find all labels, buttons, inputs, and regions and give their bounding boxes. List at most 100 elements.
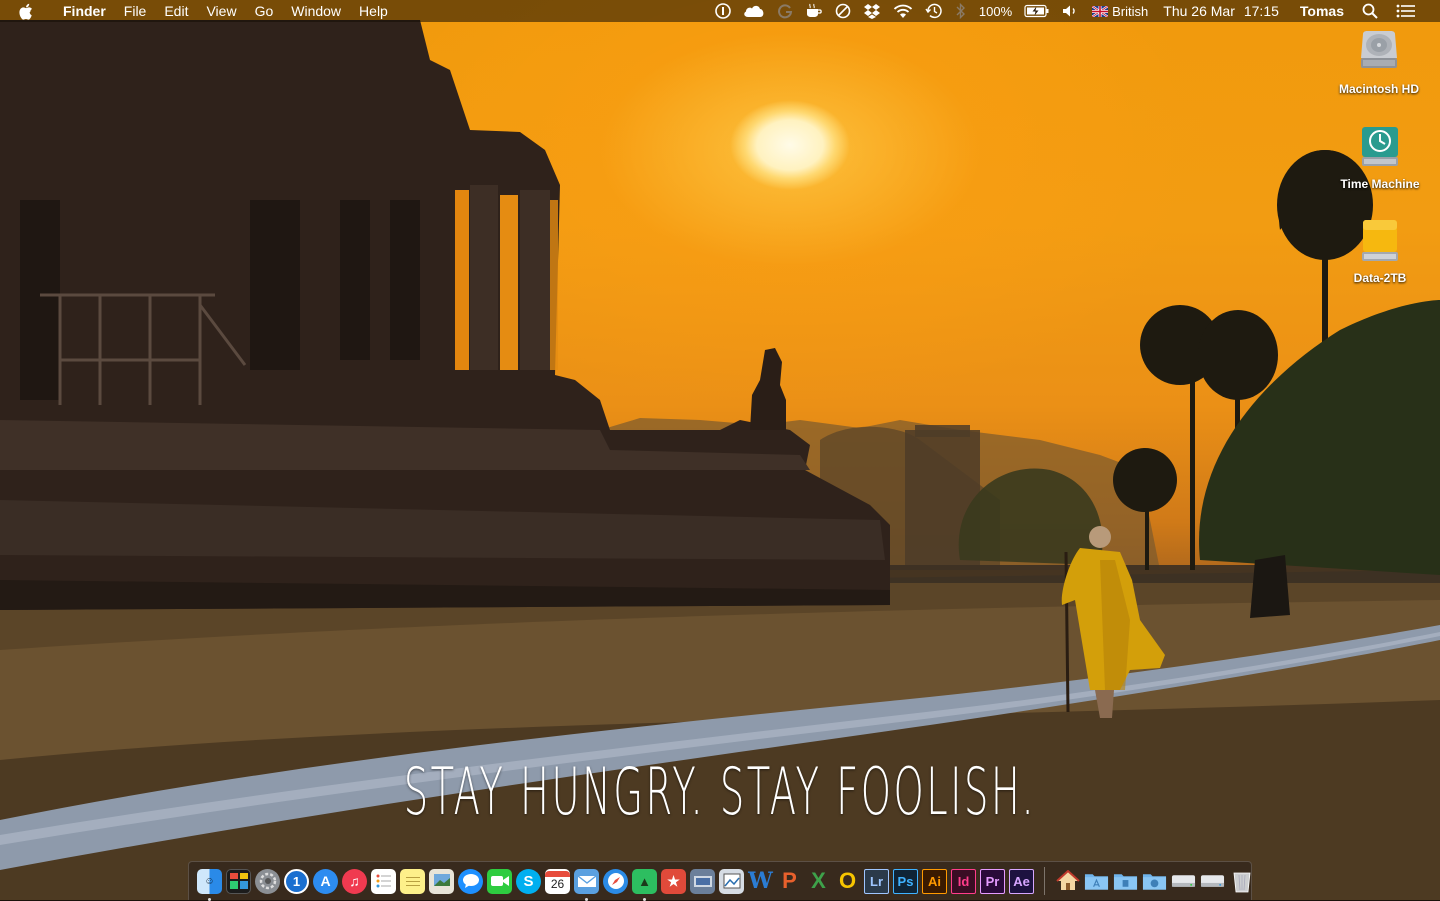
- calendar-day: 26: [550, 877, 565, 891]
- desktop-icon-time-machine[interactable]: Time Machine: [1330, 123, 1430, 191]
- dock-app-word[interactable]: W: [748, 868, 773, 894]
- menu-app-name[interactable]: Finder: [54, 0, 115, 22]
- dock-app-photoshop[interactable]: Ps: [893, 868, 918, 894]
- menubar-date[interactable]: Thu 26 Mar: [1154, 3, 1244, 19]
- grammarly-status-icon[interactable]: [771, 0, 799, 22]
- dock-app-lightroom[interactable]: Lr: [864, 868, 889, 894]
- desktop-wallpaper: STAY HUNGRY. STAY FOOLISH.: [0, 0, 1440, 900]
- cloud-status-icon[interactable]: [737, 0, 771, 22]
- dock-app-powerpoint[interactable]: P: [777, 868, 802, 894]
- wifi-icon[interactable]: [887, 0, 919, 22]
- desktop-icon-label: Macintosh HD: [1338, 82, 1419, 96]
- photoshop-icon: Ps: [897, 873, 914, 889]
- dock-app-mail[interactable]: [574, 868, 599, 901]
- dock-app-excel[interactable]: X: [806, 868, 831, 894]
- desktop-icon-data-2tb[interactable]: Data-2TB: [1330, 217, 1430, 285]
- documents-folder-icon: [1113, 874, 1138, 890]
- system-preferences-icon: [259, 872, 276, 890]
- applications-folder-icon: [1084, 874, 1109, 890]
- menu-file[interactable]: File: [115, 0, 156, 22]
- bluetooth-icon[interactable]: [949, 0, 973, 22]
- dock-app-image-capture[interactable]: [690, 868, 715, 894]
- drive-icon: [1200, 875, 1225, 887]
- spotlight-search-icon[interactable]: [1356, 0, 1384, 22]
- menu-go[interactable]: Go: [246, 0, 283, 22]
- dock-app-after-effects[interactable]: Ae: [1009, 868, 1034, 894]
- menu-help[interactable]: Help: [350, 0, 397, 22]
- dock-app-indesign[interactable]: Id: [951, 868, 976, 894]
- facetime-icon: [490, 876, 509, 886]
- finder-icon: ☺: [204, 875, 215, 887]
- excel-icon: X: [811, 868, 826, 893]
- dock-app-calendar[interactable]: 26: [545, 868, 570, 894]
- itunes-icon: ♫: [349, 873, 360, 889]
- dock-app-skype[interactable]: S: [516, 868, 541, 894]
- dock-app-messages[interactable]: [458, 868, 483, 894]
- caffeine-cup-icon[interactable]: [799, 0, 829, 22]
- dock-app-itunes[interactable]: ♫: [342, 868, 367, 894]
- dock: ☺ 1 A ♫ S 26 ▲ ★ W P X O Lr Ps Ai Id Pr …: [188, 861, 1254, 901]
- dock-app-illustrator[interactable]: Ai: [922, 868, 947, 894]
- dock-app-system-preferences[interactable]: [255, 868, 280, 894]
- dock-stack-downloads[interactable]: [1142, 869, 1167, 894]
- dock-app-notes[interactable]: [400, 868, 425, 894]
- preview-icon: [433, 874, 450, 886]
- user-menu[interactable]: Tomas: [1288, 3, 1356, 19]
- dock-app-1password[interactable]: 1: [284, 868, 309, 894]
- dock-app-preview[interactable]: [429, 868, 454, 894]
- dock-separator: [1044, 867, 1045, 895]
- time-machine-status-icon[interactable]: [919, 0, 949, 22]
- home-folder-icon: [1055, 870, 1080, 890]
- dock-trash[interactable]: [1229, 869, 1254, 894]
- uk-flag-icon: [1092, 5, 1109, 17]
- mission-control-icon: [229, 873, 248, 889]
- desktop-icon-macintosh-hd[interactable]: Macintosh HD: [1329, 28, 1429, 96]
- dock-app-photo-viewer[interactable]: [719, 868, 744, 894]
- 1password-icon: 1: [292, 873, 301, 889]
- dock-app-finder[interactable]: ☺: [197, 868, 222, 901]
- dock-app-premiere[interactable]: Pr: [980, 868, 1005, 894]
- menu-bar: Finder File Edit View Go Window Help 100…: [0, 0, 1440, 22]
- dock-app-app-store[interactable]: A: [313, 868, 338, 894]
- reminders-icon: [376, 874, 391, 888]
- messages-icon: [462, 874, 479, 888]
- dock-stack-documents[interactable]: [1113, 869, 1138, 894]
- dock-stack-applications[interactable]: [1084, 869, 1109, 894]
- internal-drive-icon: [1355, 28, 1403, 76]
- dropbox-icon[interactable]: [857, 0, 887, 22]
- battery-percent[interactable]: 100%: [973, 0, 1018, 22]
- battery-charging-icon[interactable]: [1018, 0, 1056, 22]
- apple-menu-icon[interactable]: [18, 3, 38, 20]
- wallpaper-quote: STAY HUNGRY. STAY FOOLISH.: [403, 753, 1037, 830]
- dock-stack-home[interactable]: [1055, 869, 1080, 894]
- menu-view[interactable]: View: [197, 0, 245, 22]
- block-status-icon[interactable]: [829, 0, 857, 22]
- word-icon: W: [748, 868, 773, 894]
- dock-app-evernote[interactable]: ▲: [632, 868, 657, 901]
- dock-stack-drive-2[interactable]: [1200, 869, 1225, 894]
- input-source[interactable]: British: [1086, 0, 1154, 22]
- menu-edit[interactable]: Edit: [155, 0, 197, 22]
- dock-app-outlook[interactable]: O: [835, 868, 860, 894]
- time-machine-drive-icon: [1356, 123, 1404, 171]
- input-source-label: British: [1112, 3, 1149, 19]
- menu-window[interactable]: Window: [282, 0, 350, 22]
- powerpoint-icon: P: [782, 868, 797, 893]
- menubar-time[interactable]: 17:15: [1244, 3, 1288, 19]
- dock-app-wunderlist[interactable]: ★: [661, 868, 686, 894]
- evernote-icon: ▲: [638, 873, 651, 889]
- desktop-icon-label: Time Machine: [1340, 177, 1420, 191]
- volume-icon[interactable]: [1056, 0, 1086, 22]
- image-capture-icon: [693, 876, 712, 887]
- after-effects-icon: Ae: [1013, 873, 1030, 889]
- dock-app-facetime[interactable]: [487, 868, 512, 894]
- dock-stack-drive[interactable]: [1171, 869, 1196, 894]
- skype-icon: S: [523, 872, 534, 890]
- downloads-folder-icon: [1142, 874, 1167, 890]
- dock-app-mission-control[interactable]: [226, 868, 251, 894]
- dock-app-reminders[interactable]: [371, 868, 396, 894]
- 1password-status-icon[interactable]: [709, 0, 737, 22]
- dock-app-safari[interactable]: [603, 868, 628, 894]
- notification-center-icon[interactable]: [1384, 0, 1422, 22]
- lightroom-icon: Lr: [870, 873, 883, 889]
